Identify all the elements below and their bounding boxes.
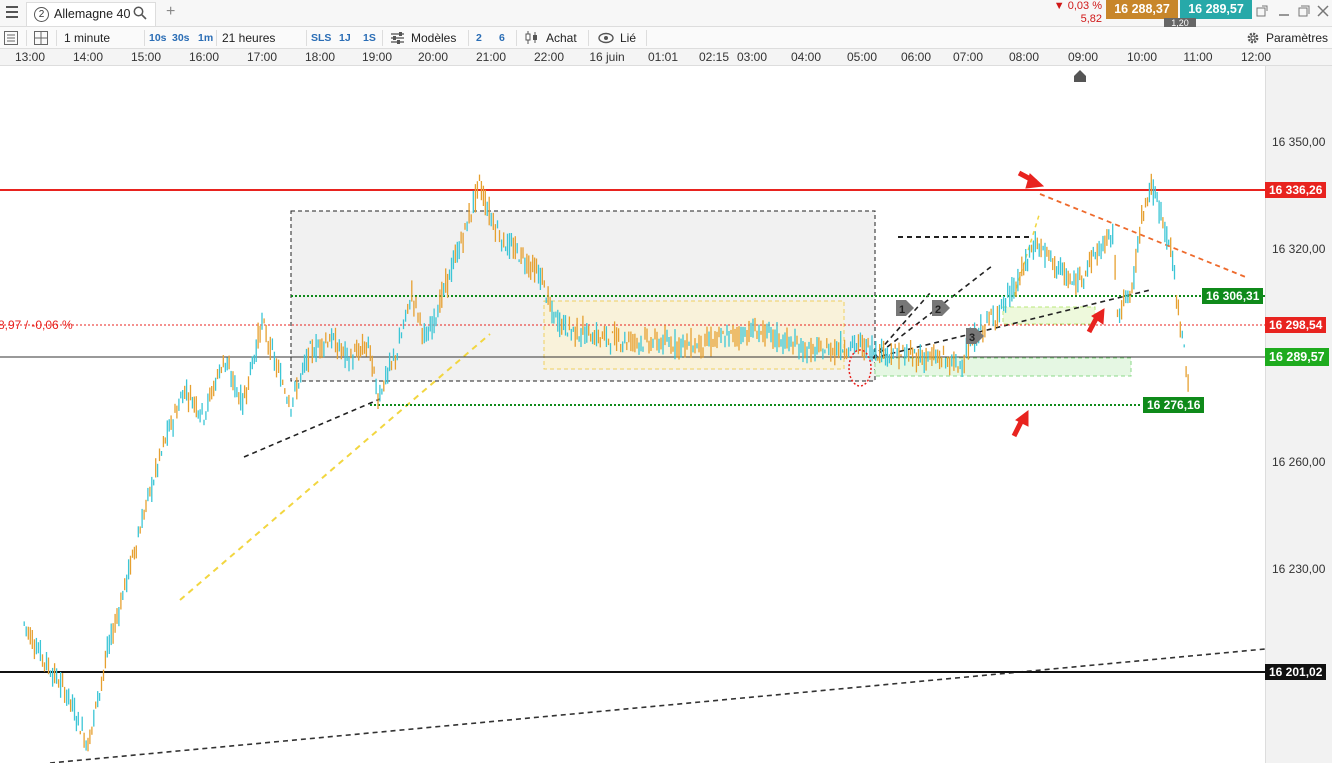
settings-button[interactable]: Paramètres — [1266, 31, 1328, 45]
time-tick: 19:00 — [361, 50, 393, 64]
time-tick: 01:01 — [647, 50, 679, 64]
search-icon[interactable] — [133, 6, 147, 23]
interval-select[interactable]: 1 minute — [64, 31, 110, 45]
period-1j-button[interactable]: 1J — [339, 32, 351, 44]
zone-box-green-lower[interactable] — [874, 357, 1132, 377]
marker-2[interactable]: 2 — [932, 300, 950, 316]
gear-icon[interactable] — [1246, 31, 1260, 48]
change-percent: ▼ 0,03 % — [1053, 0, 1102, 12]
change-points: 5,82 — [1080, 13, 1102, 25]
time-tick: 20:00 — [417, 50, 449, 64]
candlestick-icon[interactable] — [524, 30, 540, 48]
buy-button[interactable]: Achat — [546, 31, 577, 45]
period-1s-button[interactable]: 1S — [363, 32, 376, 44]
price-tick-16320: 16 320,00 — [1272, 242, 1326, 256]
tab-number-badge: 2 — [34, 7, 49, 22]
time-tick: 03:00 — [736, 50, 768, 64]
price-tick-16350: 16 350,00 — [1272, 135, 1326, 149]
time-axis: 13:00 14:00 15:00 16:00 17:00 18:00 19:00 20:00… — [0, 49, 1332, 66]
time-tick: 18:00 — [304, 50, 336, 64]
layout-6-button[interactable]: 6 — [499, 32, 505, 44]
linked-button[interactable]: Lié — [620, 31, 636, 45]
interval-30s-button[interactable]: 30s — [172, 32, 190, 44]
layout-2-button[interactable]: 2 — [476, 32, 482, 44]
tab-allemagne-40[interactable]: 2 Allemagne 40 — [26, 2, 156, 26]
tab-title: Allemagne 40 — [54, 7, 131, 21]
menu-icon[interactable] — [6, 6, 18, 21]
trendline-orange-down[interactable] — [1039, 193, 1249, 279]
time-tick: 10:00 — [1126, 50, 1158, 64]
price-tick-16230: 16 230,00 — [1272, 562, 1326, 576]
arrow-icon — [1017, 170, 1045, 189]
time-tick: 16 juin — [589, 50, 625, 64]
models-icon[interactable] — [390, 31, 405, 48]
period-sls-button[interactable]: SLS — [311, 32, 331, 44]
price-tag-green-lower: 16 276,16 — [1143, 397, 1205, 413]
marker-3[interactable]: 3 — [966, 328, 984, 344]
bid-price-button[interactable]: 16 288,37 — [1106, 0, 1178, 19]
time-tick: 21:00 — [475, 50, 507, 64]
models-button[interactable]: Modèles — [411, 31, 456, 45]
price-chart[interactable]: 1 2 3 8,97 / -0,06 % — [0, 66, 1265, 763]
price-axis[interactable] — [1265, 66, 1332, 763]
price-tag-previous-close: 16 298,54 — [1265, 317, 1327, 333]
price-tag-support: 16 201,02 — [1265, 664, 1327, 680]
price-tag-resistance: 16 336,26 — [1265, 182, 1327, 198]
marker-3-label: 3 — [969, 332, 975, 344]
time-tick: 08:00 — [1008, 50, 1040, 64]
title-bar: 2 Allemagne 40 + ▼ 0,03 % 5,82 16 288,37… — [0, 0, 1332, 28]
time-tick: 16:00 — [188, 50, 220, 64]
time-tick: 04:00 — [790, 50, 822, 64]
time-tick: 06:00 — [900, 50, 932, 64]
restore-icon[interactable] — [1298, 5, 1310, 20]
time-tick: 11:00 — [1183, 50, 1213, 64]
time-tick: 14:00 — [72, 50, 104, 64]
trendline-black-1[interactable] — [243, 398, 381, 458]
period-select[interactable]: 21 heures — [222, 31, 275, 45]
current-time-marker-icon — [1074, 70, 1086, 82]
trendline-long-support[interactable] — [49, 648, 1265, 763]
detach-icon[interactable] — [1256, 5, 1268, 20]
time-tick: 15:00 — [130, 50, 162, 64]
time-tick: 13:00 — [14, 50, 46, 64]
price-tick-16260: 16 260,00 — [1272, 455, 1326, 469]
link-icon[interactable] — [598, 32, 614, 47]
time-tick: 07:00 — [952, 50, 984, 64]
price-tag-green-upper: 16 306,31 — [1202, 288, 1264, 304]
time-tick: 17:00 — [246, 50, 278, 64]
list-icon[interactable] — [4, 31, 18, 48]
interval-1m-button[interactable]: 1m — [198, 32, 213, 44]
marker-2-label: 2 — [935, 304, 941, 316]
previous-close-label: 8,97 / -0,06 % — [0, 318, 73, 332]
time-tick: 02:15 — [698, 50, 730, 64]
arrow-icon — [1011, 410, 1029, 438]
grid-layout-icon[interactable] — [34, 31, 48, 48]
close-icon[interactable] — [1317, 5, 1329, 20]
interval-10s-button[interactable]: 10s — [149, 32, 167, 44]
ask-price-button[interactable]: 16 289,57 — [1180, 0, 1252, 19]
time-tick: 22:00 — [533, 50, 565, 64]
chart-toolbar: 1 minute 10s 30s 1m 21 heures SLS 1J 1S … — [0, 27, 1332, 49]
time-tick: 12:00 — [1240, 50, 1272, 64]
price-tag-current: 16 289,57 — [1265, 348, 1329, 366]
minimize-icon[interactable] — [1278, 5, 1290, 20]
marker-1-label: 1 — [899, 304, 905, 316]
time-tick: 05:00 — [846, 50, 878, 64]
add-tab-icon[interactable]: + — [166, 3, 175, 21]
time-tick: 09:00 — [1067, 50, 1099, 64]
